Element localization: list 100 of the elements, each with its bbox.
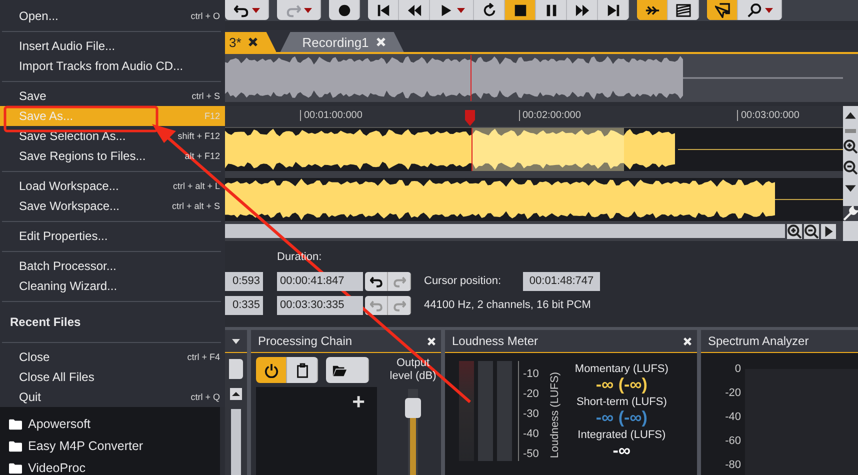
menu-item[interactable]: Save Selection As... shift + F12 — [0, 126, 225, 146]
start-time-field[interactable]: 0:335 — [225, 296, 263, 314]
start-time-field[interactable]: 0:593 — [225, 272, 263, 290]
menu-item[interactable]: Close ctrl + F4 — [0, 347, 225, 367]
folder-icon — [9, 462, 22, 474]
menu-item[interactable]: Save Workspace... ctrl + alt + S — [0, 196, 225, 216]
folder-item[interactable]: Apowersoft — [0, 413, 220, 435]
vertical-scrollbar[interactable] — [845, 129, 856, 133]
power-icon — [264, 362, 278, 378]
audio-format-text: 44100 Hz, 2 channels, 16 bit PCM — [424, 299, 591, 311]
add-effect-button[interactable]: + — [352, 389, 365, 415]
folder-icon — [9, 418, 22, 430]
undo-icon — [370, 298, 382, 312]
caret-icon — [304, 8, 312, 12]
menu-item[interactable]: Save ctrl + S — [0, 86, 225, 106]
undo-button[interactable] — [365, 272, 388, 290]
reading-label: Momentary (LUFS) — [574, 363, 668, 375]
playhead-marker-icon[interactable] — [465, 110, 475, 126]
time-label: 00:02:00:000 — [518, 110, 581, 121]
cursor-position-label: Cursor position: — [424, 275, 502, 287]
output-level-slider[interactable] — [408, 389, 418, 475]
scale-label: -50 — [522, 448, 539, 461]
panel-title: Loudness Meter — [452, 334, 538, 348]
menu-item[interactable]: Close All Files — [0, 367, 225, 387]
menu-section-header: Recent Files — [9, 314, 82, 330]
stop-icon — [512, 2, 528, 18]
caret-icon — [764, 8, 772, 12]
rewind-icon — [406, 2, 422, 18]
undo-icon — [370, 274, 382, 288]
scrollbar-thumb[interactable] — [231, 409, 241, 475]
time-label: 00:01:00:000 — [300, 110, 362, 121]
reading-value: -∞ (-∞) — [596, 375, 648, 394]
axis-tick-label: -40 — [725, 411, 741, 424]
reading-label: Integrated (LUFS) — [578, 429, 666, 441]
redo-icon — [286, 2, 300, 18]
redo-button[interactable] — [388, 296, 411, 314]
menu-item[interactable]: Insert Audio File... — [0, 36, 225, 56]
axis-tick-label: 0 — [734, 363, 741, 376]
clipboard-icon — [294, 362, 310, 378]
loop-icon — [482, 2, 496, 18]
toolbar-button[interactable] — [505, 0, 536, 20]
panel-title: Spectrum Analyzer — [708, 334, 809, 348]
menu-item[interactable]: Quit ctrl + Q — [0, 387, 225, 407]
power-button[interactable] — [256, 357, 287, 383]
scale-label: -10 — [522, 368, 539, 381]
time-label: 00:03:00:000 — [737, 110, 800, 121]
folder-icon — [9, 440, 22, 452]
cursor-position-field[interactable]: 00:01:48:747 — [523, 272, 600, 290]
axis-tick-label: -80 — [725, 459, 741, 472]
caret-icon — [252, 8, 260, 12]
menu-item[interactable]: Cleaning Wizard... — [0, 276, 225, 296]
scroll-up-icon[interactable] — [230, 387, 242, 401]
axis-tick-label: -20 — [725, 387, 741, 400]
duration-field[interactable]: 00:03:30:335 — [277, 296, 363, 314]
zoom-in-icon[interactable] — [843, 139, 858, 154]
toolbar-button[interactable] — [637, 0, 668, 20]
document-tab[interactable]: Recording1 — [280, 32, 404, 52]
caret-icon[interactable] — [232, 338, 240, 344]
menu-item[interactable]: Edit Properties... — [0, 226, 225, 246]
menu-item[interactable]: Import Tracks from Audio CD... — [0, 56, 225, 76]
menu-item[interactable]: Batch Processor... — [0, 256, 225, 276]
open-folder-button[interactable] — [326, 357, 369, 383]
undo-icon — [234, 2, 248, 18]
menu-item[interactable]: Open... ctrl + O — [0, 6, 225, 26]
reading-value: -∞ — [612, 441, 631, 460]
redo-button[interactable] — [388, 272, 411, 290]
redo-icon — [392, 298, 406, 312]
axis-label: Loudness (LUFS) — [548, 370, 561, 460]
horizontal-scrollbar[interactable] — [225, 224, 785, 238]
zoom-out-icon[interactable] — [804, 224, 819, 238]
record-icon — [336, 2, 352, 18]
clipboard-button[interactable] — [287, 357, 318, 383]
zoom-out-icon[interactable] — [843, 160, 858, 175]
folder-item[interactable]: VideoProc — [0, 457, 220, 475]
wrench-icon[interactable] — [843, 206, 858, 221]
select-icon — [714, 2, 730, 18]
scale-label: -30 — [522, 408, 539, 421]
scale-label: -40 — [522, 428, 539, 441]
caret-icon — [456, 8, 464, 12]
zoom-in-icon[interactable] — [787, 224, 802, 238]
skip-start-icon — [376, 2, 390, 18]
axis-tick-label: -60 — [725, 435, 741, 448]
toolbar-button[interactable] — [368, 0, 399, 20]
close-icon[interactable] — [248, 37, 258, 47]
reading-value: -∞ (-∞) — [596, 408, 648, 427]
reading-label: Short-term (LUFS) — [576, 396, 667, 408]
redo-icon — [392, 274, 406, 288]
fast-forward-icon — [574, 2, 590, 18]
slider-thumb[interactable] — [405, 398, 421, 418]
zoom-icon — [746, 2, 762, 18]
menu-item[interactable]: Load Workspace... ctrl + alt + L — [0, 176, 225, 196]
scale-label: -20 — [522, 388, 539, 401]
play-icon[interactable] — [821, 224, 836, 238]
undo-button[interactable] — [365, 296, 388, 314]
panel-title: Processing Chain — [258, 334, 352, 348]
toolbar-button[interactable] — [707, 0, 738, 20]
document-tab[interactable]: 3* — [225, 32, 276, 52]
skip-end-icon — [606, 2, 620, 18]
folder-item[interactable]: Easy M4P Converter — [0, 435, 220, 457]
duration-field[interactable]: 00:00:41:847 — [277, 272, 363, 290]
